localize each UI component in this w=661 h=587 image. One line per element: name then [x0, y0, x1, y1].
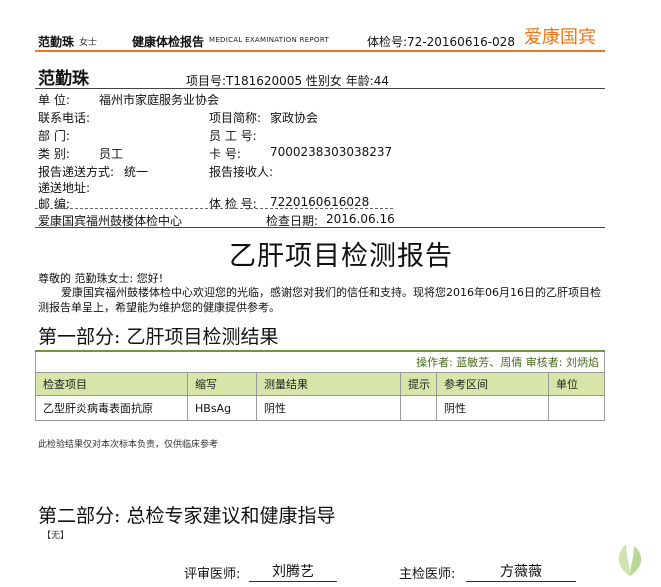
col-abbr: 缩写	[187, 372, 257, 396]
project-line: 项目号:T181620005 性别女 年龄:44	[186, 74, 390, 88]
header-name: 范勤珠	[38, 35, 75, 49]
receiver-label: 报告接收人:	[209, 165, 274, 179]
category-value: 员工	[99, 147, 124, 161]
card-label: 卡 号:	[209, 147, 241, 161]
header-report-title: 健康体检报告	[132, 35, 205, 49]
results-table: 操作者: 蓝敏芳、周倩 审核者: 刘炳焰 检查项目 缩写 测量结果 提示 参考区…	[35, 350, 605, 421]
short-name-value: 家政协会	[270, 111, 319, 125]
col-unit: 单位	[548, 372, 605, 396]
delivery-value: 统一	[124, 165, 149, 179]
unit-value: 福州市家庭服务业协会	[99, 93, 220, 107]
operators-text: 操作者: 蓝敏芳、周倩 审核者: 刘炳焰	[35, 350, 605, 373]
col-hint: 提示	[400, 372, 437, 396]
chief-doctor-label: 主检医师:	[399, 567, 456, 582]
header-divider	[35, 50, 605, 52]
card-value: 7000238303038237	[270, 145, 393, 159]
dept-label: 部 门:	[38, 129, 70, 143]
review-doctor-signature: 刘腾艺	[249, 561, 337, 582]
section2-title: 第二部分: 总检专家建议和健康指导	[38, 505, 336, 527]
table-row: 乙型肝炎病毒表面抗原 HBsAg 阴性 阴性	[35, 395, 605, 421]
zip-label: 邮 编:	[38, 197, 70, 211]
exam-no-value: 7220160616028	[270, 195, 370, 209]
cell-item: 乙型肝炎病毒表面抗原	[35, 395, 188, 421]
brand-logo-text: 爱康国宾	[524, 27, 596, 48]
cell-hint	[400, 395, 437, 421]
table-header-row: 检查项目 缩写 测量结果 提示 参考区间 单位	[35, 372, 605, 396]
leaf-icon	[612, 538, 648, 582]
header-report-title-en: MEDICAL EXAMINATION REPORT	[209, 36, 330, 44]
cell-range: 阴性	[436, 395, 549, 421]
disclaimer-note: 此检验结果仅对本次标本负责，仅供临床参考	[38, 440, 219, 450]
operators-row: 操作者: 蓝敏芳、周倩 审核者: 刘炳焰	[35, 350, 605, 373]
address-label: 递送地址:	[38, 181, 91, 195]
patient-divider	[35, 88, 605, 89]
greeting: 尊敬的 范勤珠女士: 您好!	[38, 272, 164, 285]
review-doctor-label: 评审医师:	[184, 567, 241, 582]
cell-unit	[548, 395, 605, 421]
section1-title: 第一部分: 乙肝项目检测结果	[38, 326, 279, 348]
col-result: 测量结果	[256, 372, 401, 396]
info-bottom-divider	[35, 227, 605, 228]
unit-label: 单 位:	[38, 93, 70, 107]
col-range: 参考区间	[436, 372, 549, 396]
delivery-label: 报告递送方式:	[38, 165, 115, 179]
cell-abbr: HBsAg	[187, 395, 257, 421]
col-item: 检查项目	[35, 372, 188, 396]
header-gender-title: 女士	[79, 38, 98, 48]
category-label: 类 别:	[38, 147, 70, 161]
header-exam-number: 体检号:72-20160616-028	[367, 35, 515, 49]
phone-label: 联系电话:	[38, 111, 91, 125]
intro-paragraph: 爱康国宾福州鼓楼体检中心欢迎您的光临，感谢您对我们的信任和支持。现将您2016年…	[38, 286, 601, 314]
exam-date-value: 2016.06.16	[326, 212, 395, 226]
cell-result: 阴性	[256, 395, 401, 421]
short-name-label: 项目简称:	[209, 111, 262, 125]
chief-doctor-signature: 方薇薇	[466, 561, 576, 582]
exam-no-label: 体 检 号:	[209, 197, 257, 211]
info-dashed-divider	[35, 208, 393, 209]
patient-name: 范勤珠	[38, 69, 89, 89]
section2-content: 【无】	[42, 531, 70, 541]
employee-no-label: 员 工 号:	[209, 129, 257, 143]
report-title: 乙肝项目检测报告	[229, 241, 453, 272]
